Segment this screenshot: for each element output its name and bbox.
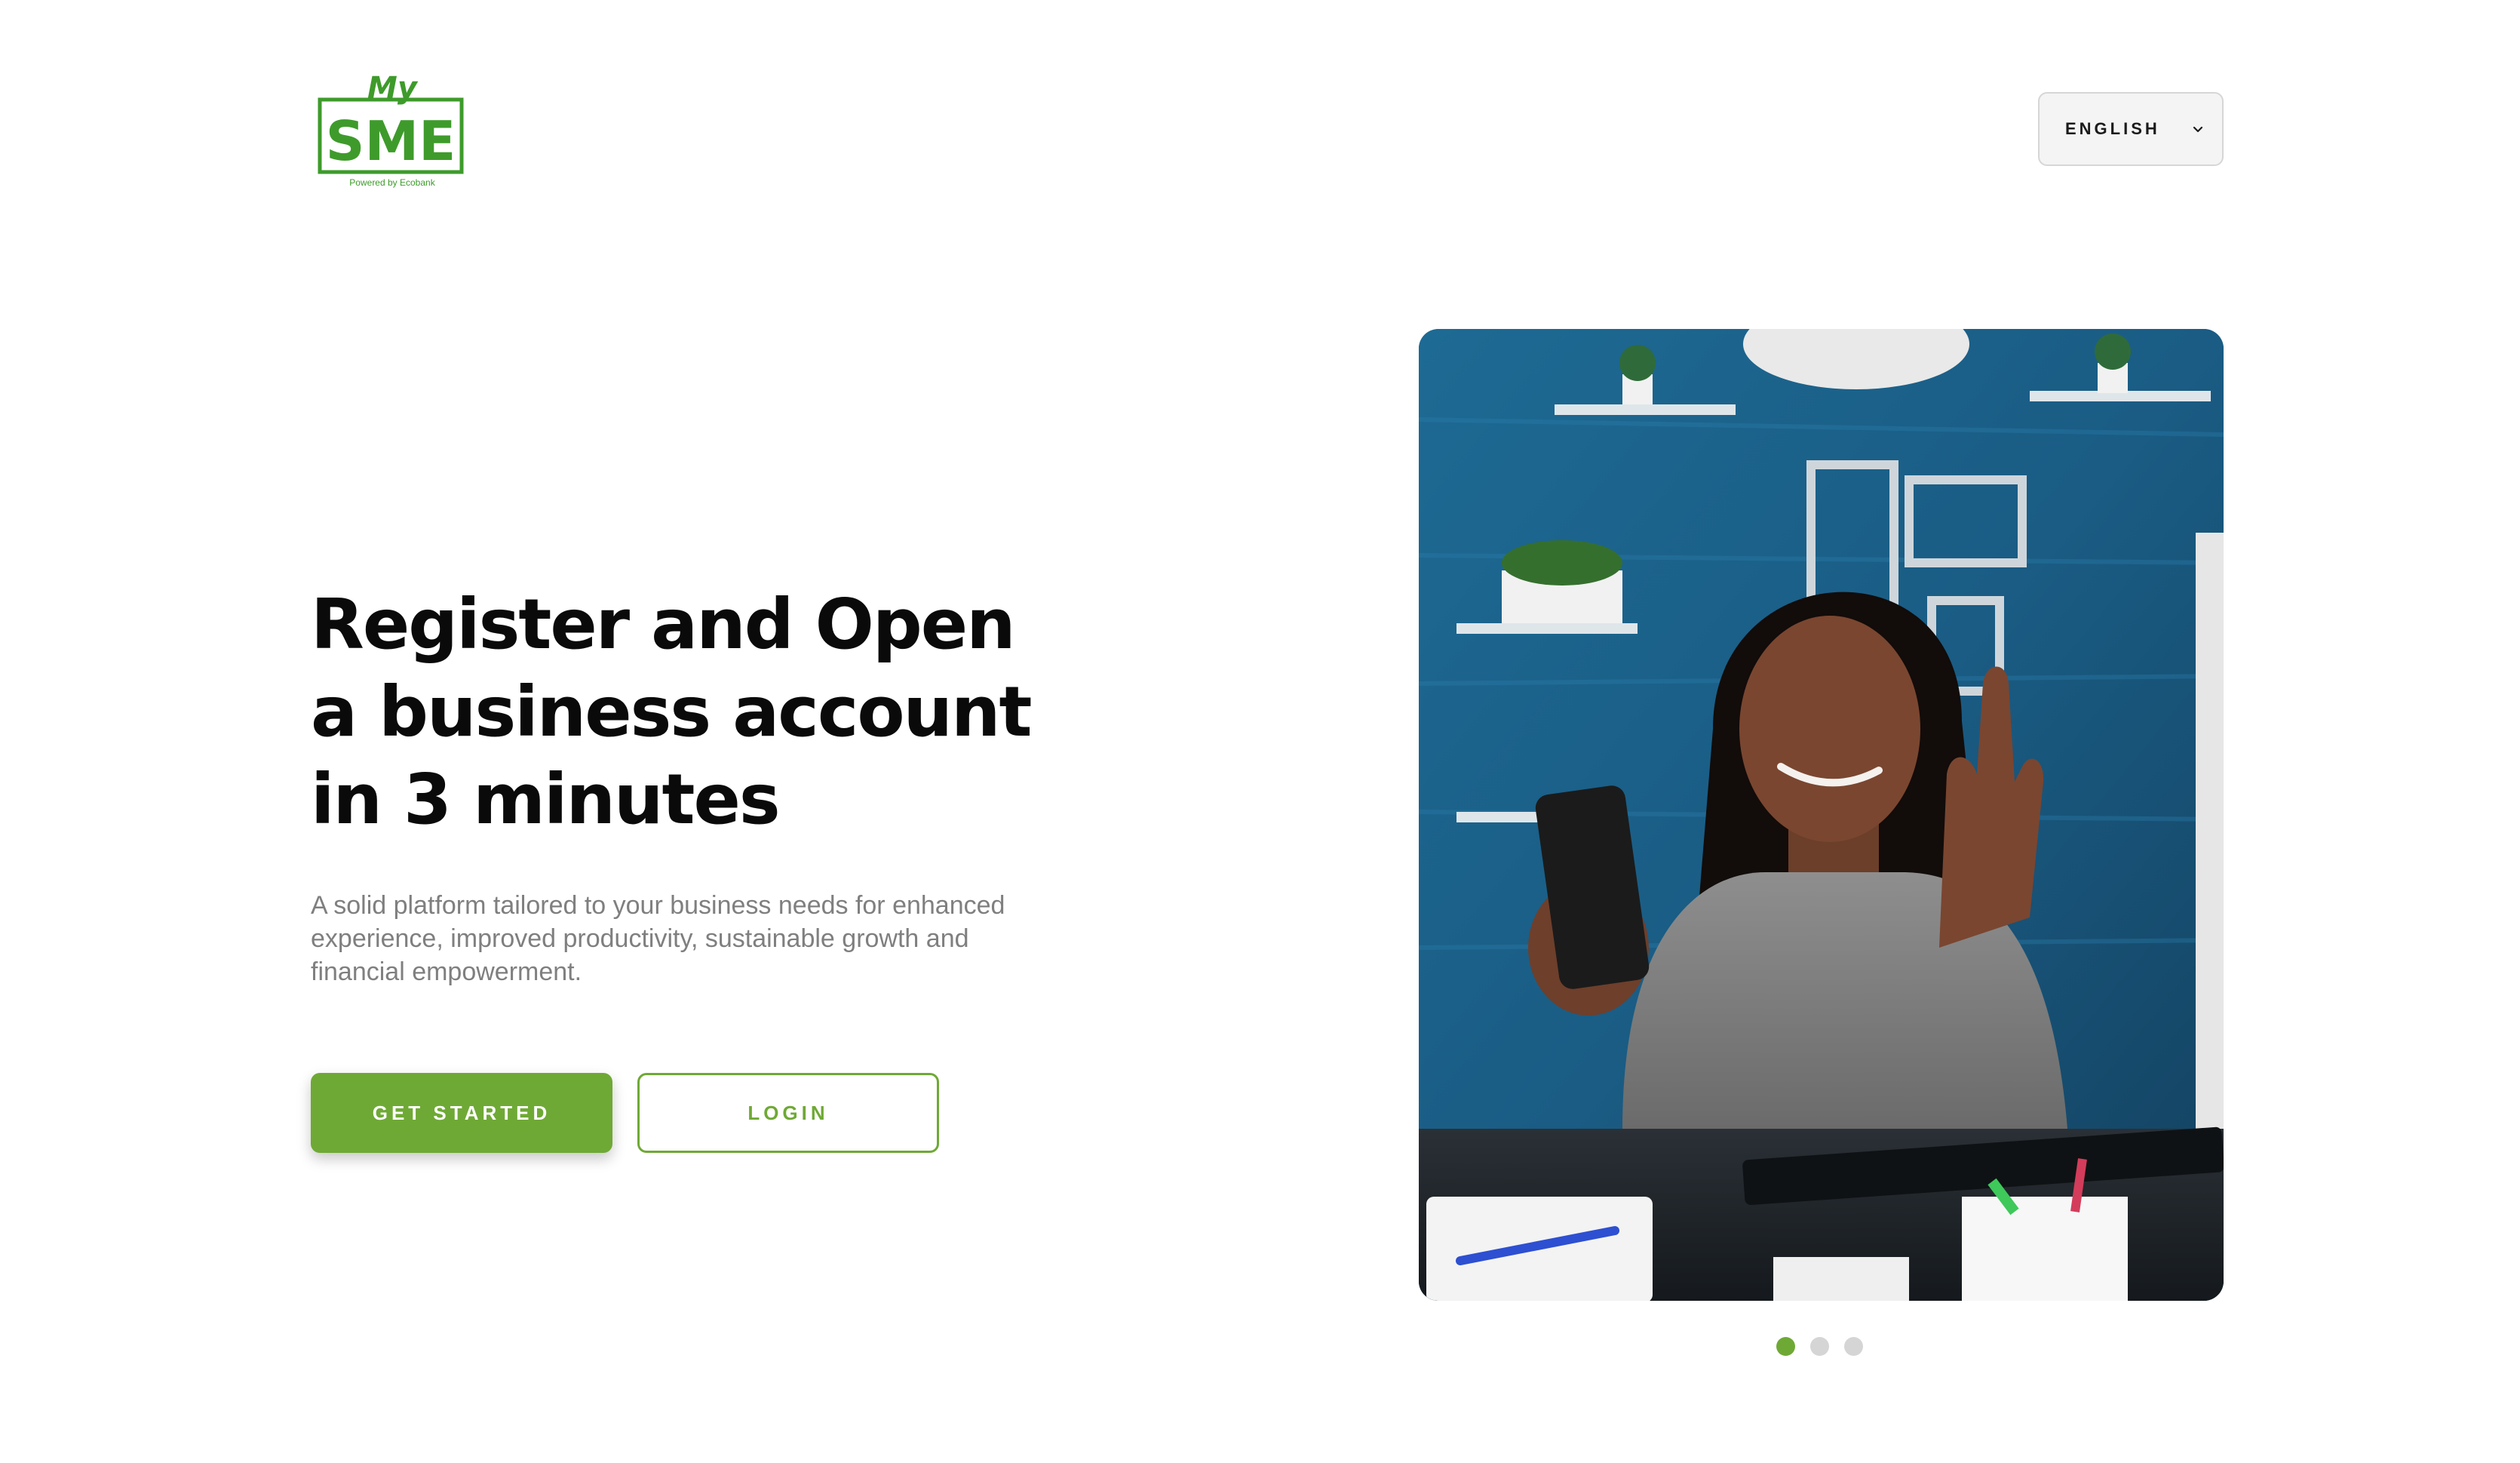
svg-text:SME: SME [326, 109, 456, 173]
hero-photo [1419, 329, 2224, 1301]
hero-photo-illustration [1419, 329, 2224, 1301]
svg-text:Powered by Ecobank: Powered by Ecobank [349, 177, 435, 188]
hero-title: Register and Open a business account in … [311, 581, 1065, 844]
mysme-logo-mark: My SME Powered by Ecobank [318, 71, 464, 188]
carousel-pagination [1776, 1337, 1863, 1356]
carousel-dot-3[interactable] [1844, 1337, 1863, 1356]
mysme-logo[interactable]: My SME Powered by Ecobank [317, 69, 468, 190]
get-started-button[interactable]: GET STARTED [311, 1073, 612, 1153]
hero-title-line: Register and Open [311, 584, 1016, 665]
hero-title-line: a business account [311, 672, 1033, 752]
landing-page: My SME Powered by Ecobank ENGLISH Regist… [0, 0, 2520, 1463]
hero-description: A solid platform tailored to your busine… [311, 891, 1005, 986]
carousel-dot-2[interactable] [1810, 1337, 1829, 1356]
login-button[interactable]: LOGIN [637, 1073, 939, 1153]
carousel-dot-1[interactable] [1776, 1337, 1795, 1356]
language-select-value: ENGLISH [2065, 119, 2160, 138]
chevron-down-icon [2190, 121, 2205, 137]
hero-title-line: in 3 minutes [311, 759, 781, 840]
language-select[interactable]: ENGLISH [2038, 92, 2224, 166]
